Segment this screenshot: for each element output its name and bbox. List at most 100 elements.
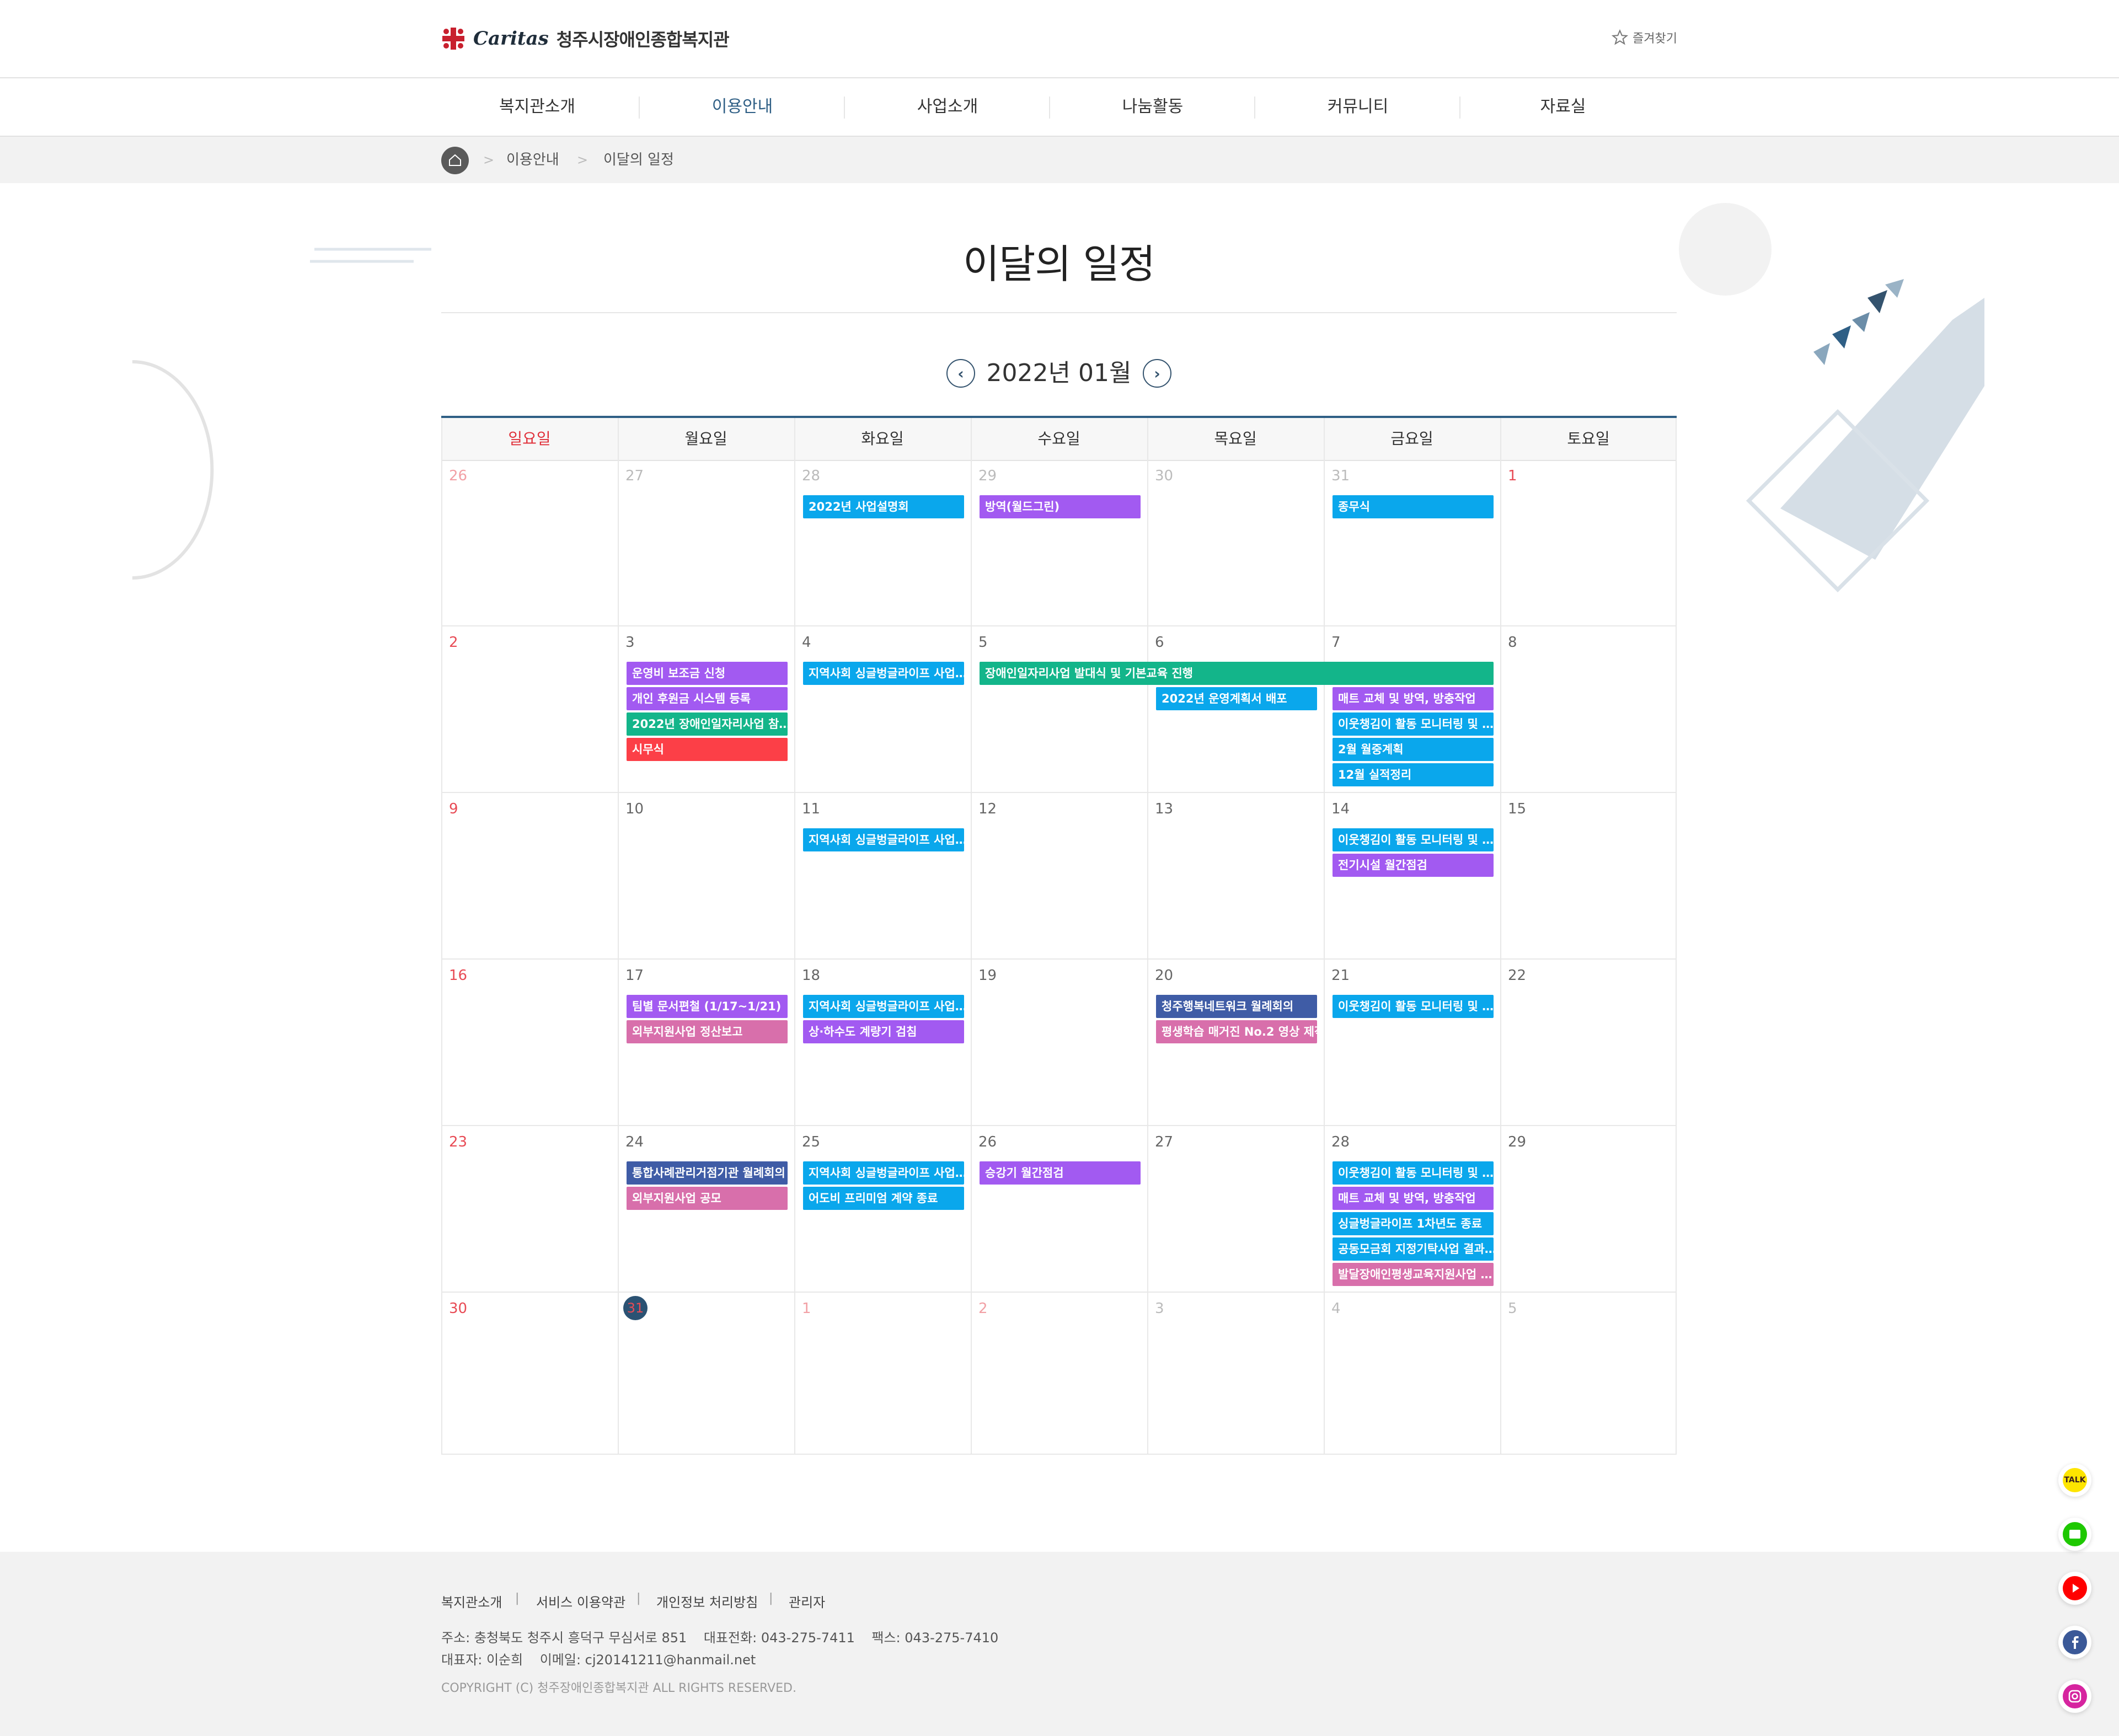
grid-line bbox=[441, 958, 1677, 960]
calendar-event[interactable]: 발달장애인평생교육지원사업 … bbox=[1333, 1263, 1494, 1286]
day-number[interactable]: 15 bbox=[1508, 801, 1526, 817]
calendar-event[interactable]: 2022년 장애인일자리사업 참… bbox=[627, 712, 788, 736]
calendar-event[interactable]: 시무식 bbox=[627, 738, 788, 761]
day-number[interactable]: 26 bbox=[978, 1134, 997, 1150]
calendar-event[interactable]: 지역사회 싱글벙글라이프 사업… bbox=[803, 828, 964, 851]
today-marker[interactable]: 31 bbox=[623, 1296, 648, 1320]
day-number[interactable]: 30 bbox=[1155, 468, 1173, 484]
day-number[interactable]: 27 bbox=[1155, 1134, 1173, 1150]
calendar-event[interactable]: 운영비 보조금 신청 bbox=[627, 662, 788, 685]
day-number[interactable]: 24 bbox=[625, 1134, 644, 1150]
kakaotalk-button[interactable]: TALK bbox=[2058, 1464, 2091, 1497]
day-number[interactable]: 28 bbox=[802, 468, 820, 484]
calendar-event[interactable]: 전기시설 월간점검 bbox=[1333, 854, 1494, 877]
calendar-event[interactable]: 개인 후원금 시스템 등록 bbox=[627, 687, 788, 710]
day-number[interactable]: 13 bbox=[1155, 801, 1173, 817]
nav-item-archive[interactable]: 자료실 bbox=[1460, 78, 1666, 136]
day-number[interactable]: 16 bbox=[449, 967, 467, 984]
day-number[interactable]: 10 bbox=[625, 801, 644, 817]
day-number[interactable]: 1 bbox=[1508, 468, 1517, 484]
instagram-button[interactable] bbox=[2058, 1680, 2091, 1713]
calendar-event[interactable]: 매트 교체 및 방역, 방충작업 bbox=[1333, 687, 1494, 710]
breadcrumb-item-usage[interactable]: 이용안내 bbox=[506, 149, 559, 171]
day-number[interactable]: 30 bbox=[449, 1300, 467, 1317]
facebook-button[interactable] bbox=[2058, 1626, 2091, 1659]
blog-button[interactable] bbox=[2058, 1518, 2091, 1551]
calendar-event[interactable]: 방역(월드그린) bbox=[980, 495, 1141, 518]
day-number[interactable]: 21 bbox=[1331, 967, 1350, 984]
day-number[interactable]: 26 bbox=[449, 468, 467, 484]
day-number[interactable]: 19 bbox=[978, 967, 997, 984]
calendar-event[interactable]: 외부지원사업 정산보고 bbox=[627, 1020, 788, 1043]
nav-item-business[interactable]: 사업소개 bbox=[845, 78, 1050, 136]
footer-link-admin[interactable]: 관리자 bbox=[789, 1592, 825, 1611]
site-logo[interactable]: Caritas 청주시장애인종합복지관 bbox=[441, 22, 730, 55]
calendar-event[interactable]: 12월 실적정리 bbox=[1333, 763, 1494, 786]
day-number[interactable]: 23 bbox=[449, 1134, 467, 1150]
day-number[interactable]: 6 bbox=[1155, 634, 1164, 651]
day-number[interactable]: 17 bbox=[625, 967, 644, 984]
day-number[interactable]: 18 bbox=[802, 967, 820, 984]
next-month-button[interactable]: › bbox=[1143, 359, 1171, 388]
footer-divider: | bbox=[769, 1592, 773, 1605]
day-number[interactable]: 14 bbox=[1331, 801, 1350, 817]
calendar-event[interactable]: 장애인일자리사업 발대식 및 기본교육 진행 bbox=[980, 662, 1494, 685]
day-number[interactable]: 8 bbox=[1508, 634, 1517, 651]
footer-link-privacy[interactable]: 개인정보 처리방침 bbox=[656, 1592, 758, 1611]
day-number[interactable]: 3 bbox=[1155, 1300, 1164, 1317]
calendar-event[interactable]: 팀별 문서편철 (1/17~1/21) bbox=[627, 995, 788, 1018]
calendar-event[interactable]: 외부지원사업 공모 bbox=[627, 1187, 788, 1210]
calendar-event[interactable]: 이웃챙김이 활동 모니터링 및 … bbox=[1333, 1161, 1494, 1185]
day-number[interactable]: 2 bbox=[449, 634, 458, 651]
day-number[interactable]: 27 bbox=[625, 468, 644, 484]
calendar-event[interactable]: 평생학습 매거진 No.2 영상 제작 bbox=[1156, 1020, 1317, 1043]
day-number[interactable]: 1 bbox=[802, 1300, 811, 1317]
calendar-event[interactable]: 이웃챙김이 활동 모니터링 및 … bbox=[1333, 828, 1494, 851]
nav-item-about[interactable]: 복지관소개 bbox=[435, 78, 640, 136]
calendar-event[interactable]: 이웃챙김이 활동 모니터링 및 … bbox=[1333, 712, 1494, 736]
calendar-event[interactable]: 승강기 월간점검 bbox=[980, 1161, 1141, 1185]
nav-item-community[interactable]: 커뮤니티 bbox=[1255, 78, 1460, 136]
day-number[interactable]: 7 bbox=[1331, 634, 1341, 651]
calendar-event[interactable]: 지역사회 싱글벙글라이프 사업… bbox=[803, 1161, 964, 1185]
chevron-right-icon: > bbox=[483, 152, 495, 168]
calendar-event[interactable]: 상·하수도 계량기 검침 bbox=[803, 1020, 964, 1043]
calendar-event[interactable]: 공동모금회 지정기탁사업 결과… bbox=[1333, 1237, 1494, 1261]
day-number[interactable]: 4 bbox=[1331, 1300, 1341, 1317]
day-number[interactable]: 22 bbox=[1508, 967, 1526, 984]
day-number[interactable]: 20 bbox=[1155, 967, 1173, 984]
calendar-event[interactable]: 지역사회 싱글벙글라이프 사업… bbox=[803, 662, 964, 685]
day-number[interactable]: 11 bbox=[802, 801, 820, 817]
nav-item-usage[interactable]: 이용안내 bbox=[640, 78, 845, 136]
youtube-button[interactable] bbox=[2058, 1572, 2091, 1605]
caritas-logo-icon bbox=[442, 28, 464, 50]
day-number[interactable]: 29 bbox=[978, 468, 997, 484]
calendar-event[interactable]: 지역사회 싱글벙글라이프 사업… bbox=[803, 995, 964, 1018]
calendar-event[interactable]: 청주행복네트워크 월례회의 bbox=[1156, 995, 1317, 1018]
day-number[interactable]: 31 bbox=[1331, 468, 1350, 484]
day-number[interactable]: 9 bbox=[449, 801, 458, 817]
nav-item-sharing[interactable]: 나눔활동 bbox=[1050, 78, 1255, 136]
day-number[interactable]: 2 bbox=[978, 1300, 988, 1317]
calendar-event[interactable]: 이웃챙김이 활동 모니터링 및 … bbox=[1333, 995, 1494, 1018]
day-number[interactable]: 25 bbox=[802, 1134, 820, 1150]
calendar-event[interactable]: 통합사례관리거점기관 월례회의 bbox=[627, 1161, 788, 1185]
day-number[interactable]: 28 bbox=[1331, 1134, 1350, 1150]
day-number[interactable]: 5 bbox=[1508, 1300, 1517, 1317]
day-number[interactable]: 29 bbox=[1508, 1134, 1526, 1150]
calendar-event[interactable]: 2월 월중계획 bbox=[1333, 738, 1494, 761]
calendar-event[interactable]: 종무식 bbox=[1333, 495, 1494, 518]
favorite-button[interactable]: 즐겨찾기 bbox=[1612, 29, 1677, 46]
footer-link-about[interactable]: 복지관소개 bbox=[441, 1592, 502, 1611]
footer-link-terms[interactable]: 서비스 이용약관 bbox=[536, 1592, 625, 1611]
calendar-event[interactable]: 어도비 프리미엄 계약 종료 bbox=[803, 1187, 964, 1210]
day-number[interactable]: 3 bbox=[625, 634, 635, 651]
day-number[interactable]: 12 bbox=[978, 801, 997, 817]
calendar-event[interactable]: 매트 교체 및 방역, 방충작업 bbox=[1333, 1187, 1494, 1210]
home-button[interactable] bbox=[441, 147, 469, 174]
day-number[interactable]: 5 bbox=[978, 634, 988, 651]
day-number[interactable]: 4 bbox=[802, 634, 811, 651]
calendar-event[interactable]: 2022년 운영계획서 배포 bbox=[1156, 687, 1317, 710]
calendar-event[interactable]: 2022년 사업설명회 bbox=[803, 495, 964, 518]
calendar-event[interactable]: 싱글벙글라이프 1차년도 종료 bbox=[1333, 1212, 1494, 1235]
